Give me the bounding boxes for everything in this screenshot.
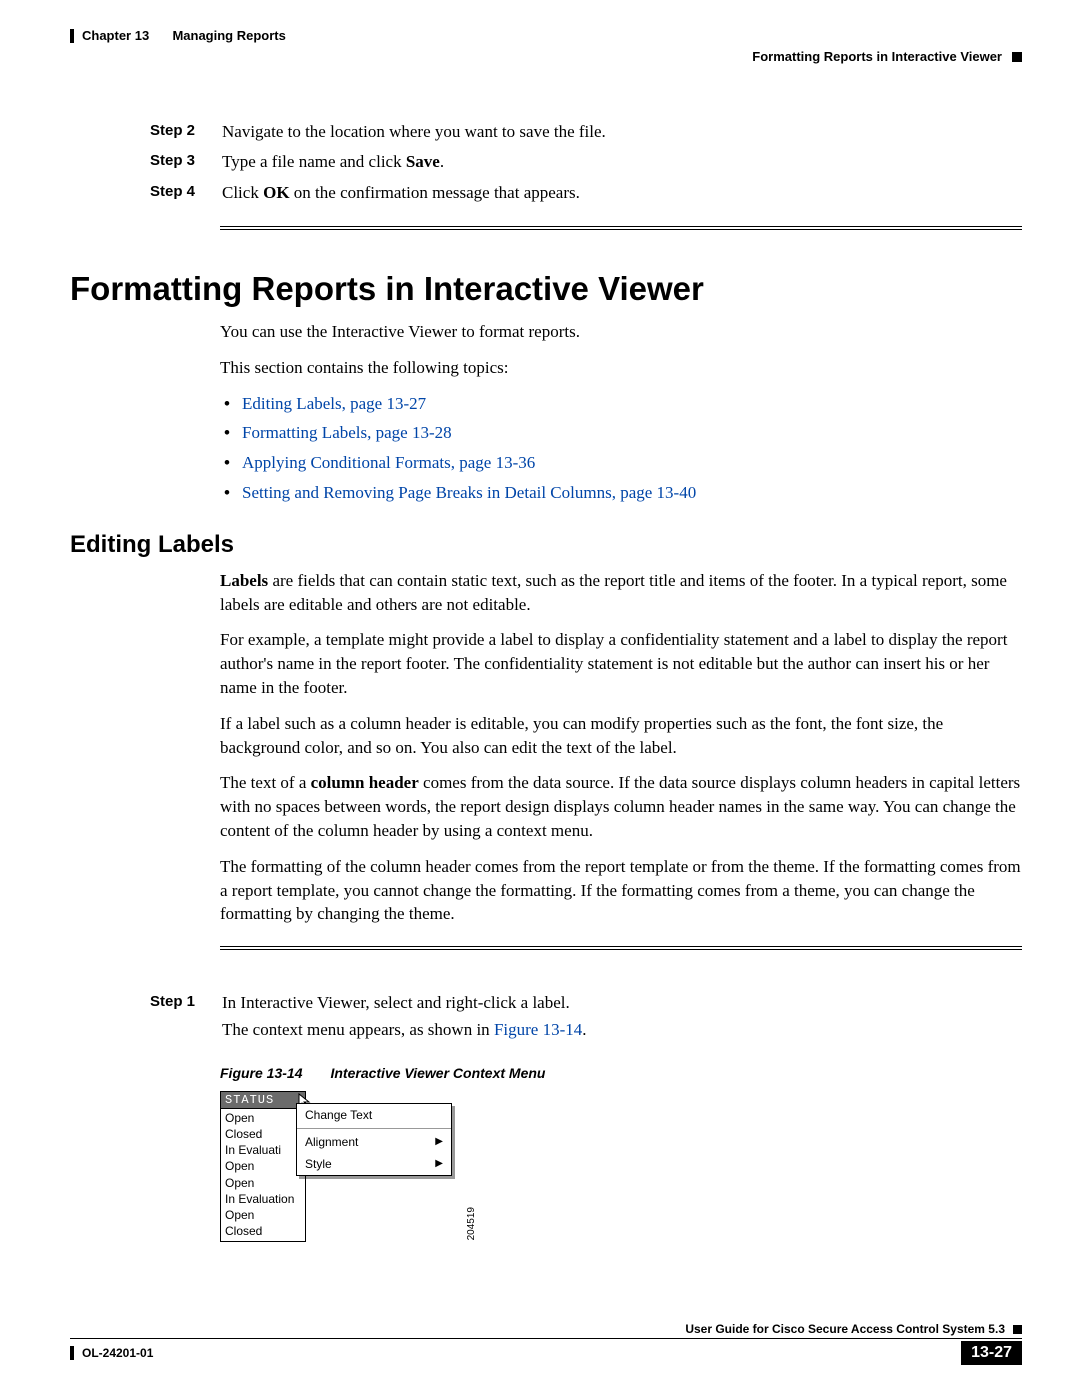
step-label: Step 4 — [150, 180, 222, 206]
menu-separator — [297, 1128, 451, 1129]
step-label: Step 2 — [150, 119, 222, 145]
step-row: Step 1In Interactive Viewer, select and … — [150, 990, 1022, 1043]
running-header: Chapter 13 Managing Reports Formatting R… — [70, 28, 1022, 64]
page: Chapter 13 Managing Reports Formatting R… — [0, 0, 1080, 1397]
editing-p1: Labels are fields that can contain stati… — [220, 569, 1022, 617]
context-menu-label: Change Text — [305, 1108, 372, 1122]
editing-p2: For example, a template might provide a … — [220, 628, 1022, 699]
toc-item: Editing Labels, page 13-27 — [220, 392, 1022, 416]
step-row: Step 2Navigate to the location where you… — [150, 119, 1022, 145]
figure-caption: Figure 13-14 Interactive Viewer Context M… — [220, 1065, 1022, 1081]
context-menu-label: Alignment — [305, 1135, 358, 1149]
status-item: In Evaluation — [225, 1191, 301, 1207]
footer-doc-id: OL-24201-01 — [82, 1346, 153, 1360]
toc-link[interactable]: Formatting Labels, page 13-28 — [242, 423, 452, 442]
step-row: Step 3Type a file name and click Save. — [150, 149, 1022, 175]
step-text: Type a file name and click Save. — [222, 149, 1022, 175]
footer-guide-title: User Guide for Cisco Secure Access Contr… — [685, 1322, 1005, 1336]
step-text: Click OK on the confirmation message tha… — [222, 180, 1022, 206]
figure-number: Figure 13-14 — [220, 1065, 302, 1081]
step-text: Navigate to the location where you want … — [222, 119, 1022, 145]
context-menu-item[interactable]: Style ▶ — [297, 1153, 451, 1175]
page-footer: User Guide for Cisco Secure Access Contr… — [70, 1322, 1022, 1365]
figure-context-menu: STATUS OpenClosedIn EvaluatiOpenOpenIn E… — [220, 1091, 460, 1243]
editing-labels-body: Labels are fields that can contain stati… — [220, 569, 1022, 926]
context-menu-label: Style — [305, 1157, 332, 1171]
page-number: 13-27 — [961, 1341, 1022, 1365]
step-list-top: Step 2Navigate to the location where you… — [150, 119, 1022, 206]
chapter-number: Chapter 13 — [82, 28, 149, 43]
context-menu-item[interactable]: Change Text — [297, 1104, 451, 1126]
header-bar-icon — [70, 29, 74, 43]
figure-title: Interactive Viewer Context Menu — [330, 1065, 545, 1081]
status-item: Closed — [225, 1223, 301, 1239]
content-area: Step 2Navigate to the location where you… — [70, 119, 1022, 1242]
submenu-arrow-icon: ▶ — [435, 1158, 443, 1169]
intro-block: You can use the Interactive Viewer to fo… — [220, 320, 1022, 505]
toc-item: Formatting Labels, page 13-28 — [220, 421, 1022, 445]
section-heading: Formatting Reports in Interactive Viewer — [70, 270, 1022, 308]
status-item: Open — [225, 1175, 301, 1191]
intro-p1: You can use the Interactive Viewer to fo… — [220, 320, 1022, 344]
editing-p3: If a label such as a column header is ed… — [220, 712, 1022, 760]
submenu-arrow-icon: ▶ — [435, 1136, 443, 1147]
figure-ref-link[interactable]: Figure 13-14 — [494, 1020, 582, 1039]
status-item: Open — [225, 1207, 301, 1223]
context-menu-item[interactable]: Alignment ▶ — [297, 1131, 451, 1153]
step-label: Step 3 — [150, 149, 222, 175]
header-square-icon — [1012, 52, 1022, 62]
toc-list: Editing Labels, page 13-27 Formatting Lab… — [220, 392, 1022, 505]
toc-item: Setting and Removing Page Breaks in Deta… — [220, 481, 1022, 505]
figure-wrapper: STATUS OpenClosedIn EvaluatiOpenOpenIn E… — [220, 1091, 1022, 1243]
status-item: Closed — [225, 1126, 301, 1142]
status-item: Open — [225, 1110, 301, 1126]
step-text: In Interactive Viewer, select and right-… — [222, 990, 1022, 1043]
section-running-title: Formatting Reports in Interactive Viewer — [752, 49, 1002, 64]
step-row: Step 4Click OK on the confirmation messa… — [150, 180, 1022, 206]
editing-p4: The text of a column header comes from t… — [220, 771, 1022, 842]
status-header-cell: STATUS — [220, 1091, 306, 1109]
toc-link[interactable]: Applying Conditional Formats, page 13-36 — [242, 453, 535, 472]
status-item: Open — [225, 1158, 301, 1174]
context-menu: Change Text Alignment ▶ Style ▶ — [296, 1103, 452, 1176]
status-item: In Evaluati — [225, 1142, 301, 1158]
toc-link[interactable]: Editing Labels, page 13-27 — [242, 394, 426, 413]
subsection-heading: Editing Labels — [70, 531, 1022, 559]
toc-link[interactable]: Setting and Removing Page Breaks in Deta… — [242, 483, 696, 502]
figure-ref-id: 204519 — [466, 1207, 477, 1240]
chapter-title: Managing Reports — [172, 28, 285, 43]
toc-item: Applying Conditional Formats, page 13-36 — [220, 451, 1022, 475]
step-list-bottom: Step 1In Interactive Viewer, select and … — [150, 990, 1022, 1043]
editing-p5: The formatting of the column header come… — [220, 855, 1022, 926]
status-list: OpenClosedIn EvaluatiOpenOpenIn Evaluati… — [220, 1109, 306, 1243]
intro-p2: This section contains the following topi… — [220, 356, 1022, 380]
footer-bar-icon — [70, 1346, 74, 1360]
rule-divider — [220, 946, 1022, 950]
rule-divider — [220, 226, 1022, 230]
footer-square-icon — [1013, 1325, 1022, 1334]
step-label: Step 1 — [150, 990, 222, 1043]
